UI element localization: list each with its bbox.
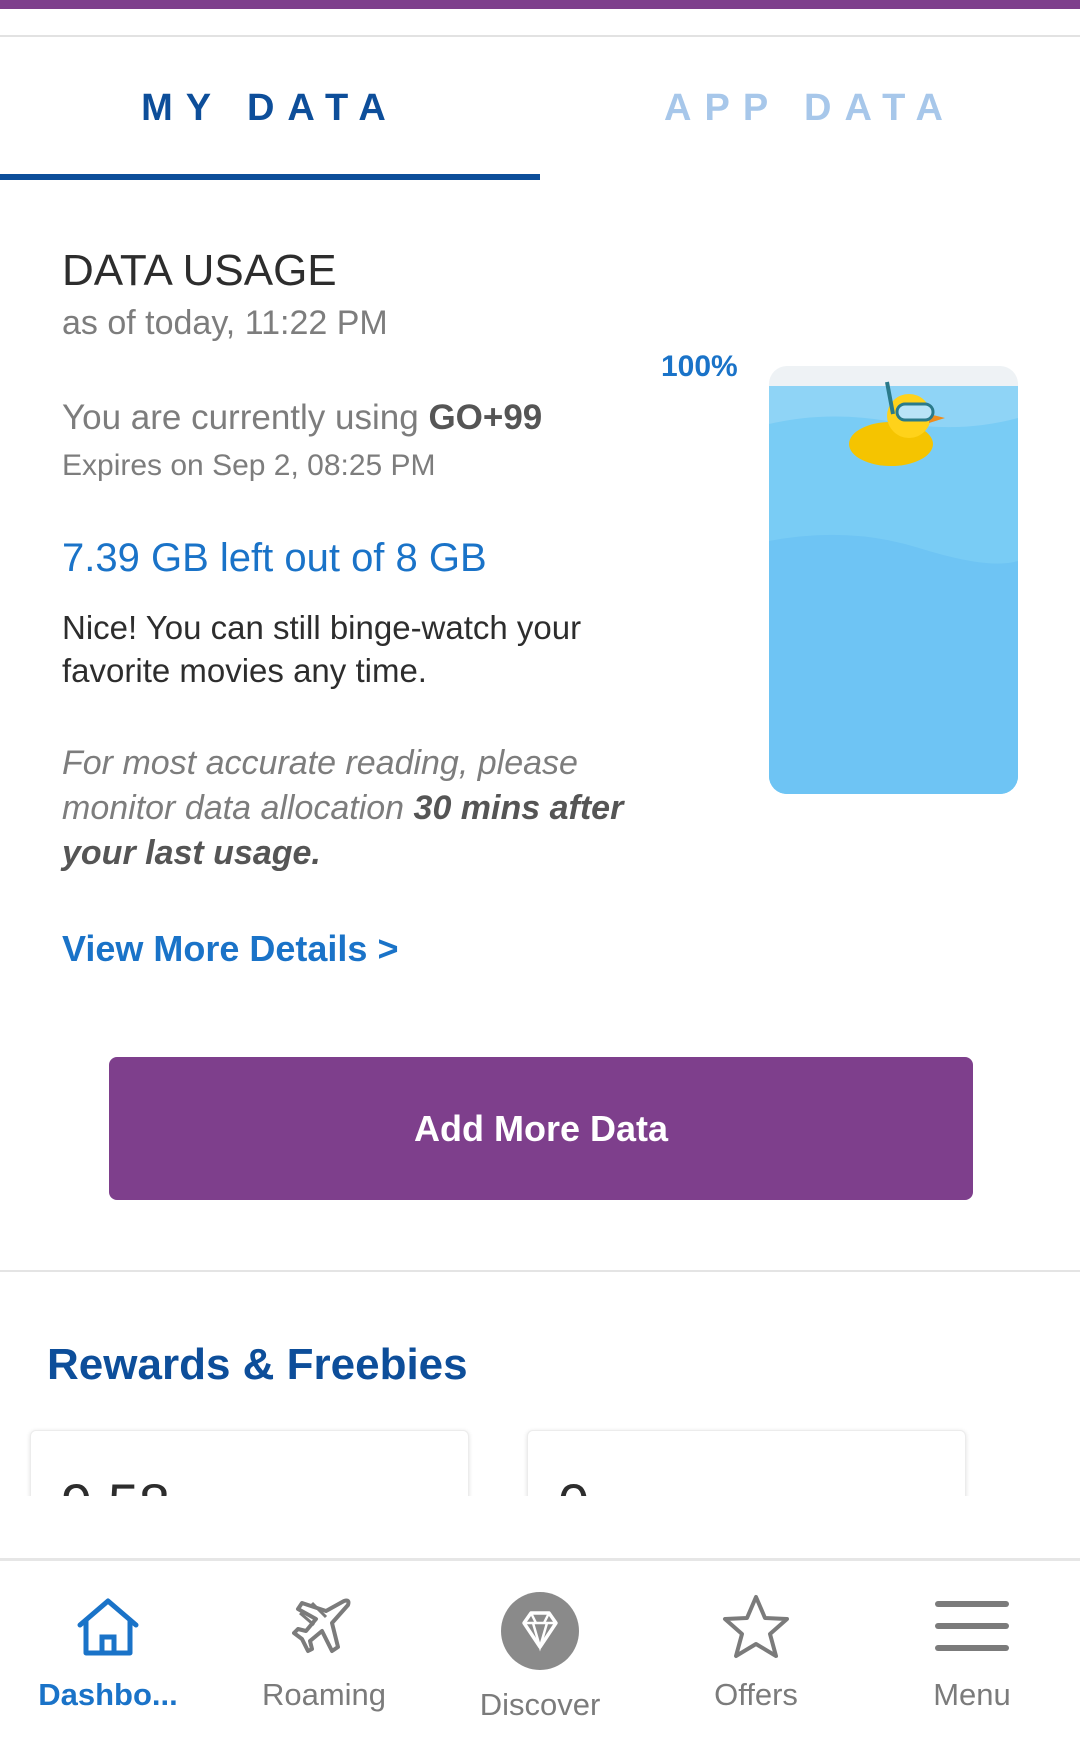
view-more-details-link[interactable]: View More Details > <box>62 928 398 970</box>
nav-menu[interactable]: Menu <box>864 1561 1080 1764</box>
data-usage-title: DATA USAGE <box>62 246 337 295</box>
section-divider <box>0 1270 1080 1272</box>
rewards-cards: 9.58 0 <box>0 1420 1080 1496</box>
top-accent-bar <box>0 0 1080 9</box>
reward-card-value: 0 <box>558 1471 589 1496</box>
nav-label: Dashbo... <box>38 1677 178 1712</box>
data-remaining: 7.39 GB left out of 8 GB <box>62 536 487 580</box>
nav-roaming[interactable]: Roaming <box>216 1561 432 1764</box>
reward-card[interactable]: 0 <box>527 1430 966 1496</box>
rewards-title: Rewards & Freebies <box>47 1340 468 1389</box>
hamburger-menu-icon <box>935 1601 1009 1651</box>
plan-name: GO+99 <box>428 398 543 437</box>
nav-label: Offers <box>714 1677 798 1712</box>
nav-label: Roaming <box>261 1677 387 1712</box>
bottom-nav: Dashbo... Roaming Discover Offers Menu <box>0 1561 1080 1764</box>
active-tab-indicator <box>0 174 540 180</box>
reward-card-value: 9.58 <box>61 1471 170 1496</box>
home-icon <box>77 1598 139 1656</box>
airplane-icon <box>292 1598 351 1653</box>
plan-expiry: Expires on Sep 2, 08:25 PM <box>62 449 436 482</box>
data-gauge-tank <box>769 366 1018 794</box>
add-more-data-button[interactable]: Add More Data <box>109 1057 973 1200</box>
tab-app-data[interactable]: APP DATA <box>540 87 1080 130</box>
as-of-timestamp: as of today, 11:22 PM <box>62 304 388 342</box>
accuracy-note: For most accurate reading, please monito… <box>62 741 662 876</box>
current-plan-line: You are currently using GO+99 <box>62 398 542 438</box>
nav-label: Menu <box>933 1677 1011 1712</box>
tab-bar: MY DATA APP DATA <box>0 37 1080 182</box>
plan-prefix: You are currently using <box>62 398 429 437</box>
reward-card[interactable]: 9.58 <box>30 1430 469 1496</box>
nav-dashboard[interactable]: Dashbo... <box>0 1561 216 1764</box>
nav-label: Discover <box>479 1687 601 1722</box>
usage-message: Nice! You can still binge-watch your fav… <box>62 609 582 689</box>
diamond-icon <box>501 1592 579 1670</box>
water-illustration <box>769 366 1018 794</box>
nav-offers[interactable]: Offers <box>648 1561 864 1764</box>
nav-discover[interactable]: Discover <box>432 1561 648 1764</box>
gauge-percent-label: 100% <box>661 350 738 383</box>
star-icon <box>723 1595 789 1658</box>
tab-my-data[interactable]: MY DATA <box>0 87 540 130</box>
